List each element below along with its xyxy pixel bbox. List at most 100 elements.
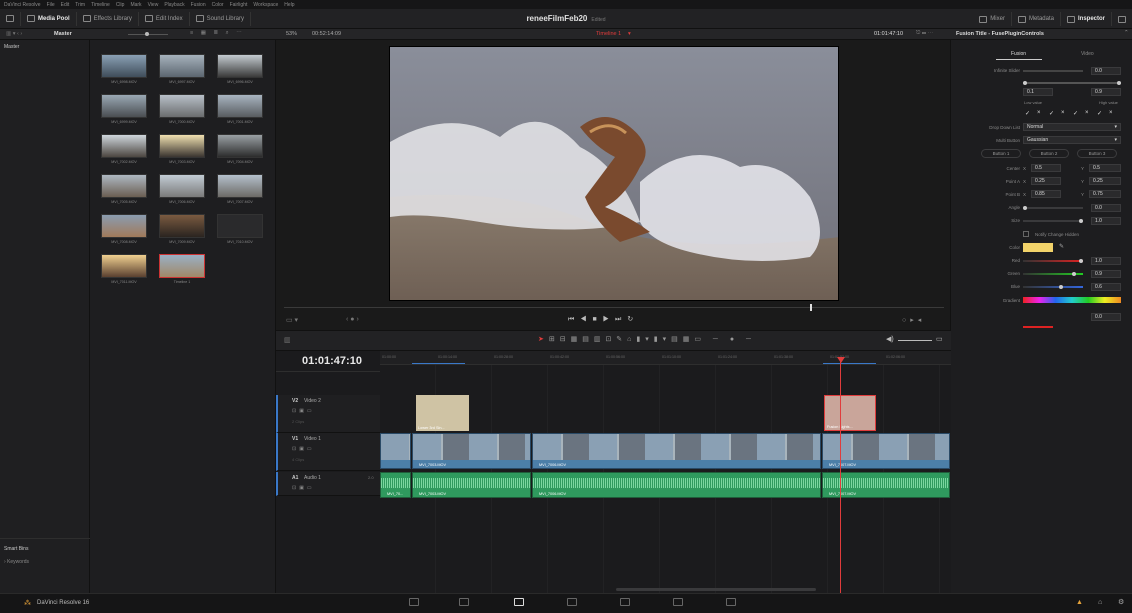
inspector-collapse-icon[interactable]: ⌃ — [1124, 30, 1129, 36]
bin-list-toggle-icon[interactable]: ▥ ▾ ‹ › — [6, 31, 22, 37]
selection-tool-icon[interactable]: ➤ — [538, 336, 549, 343]
warning-icon[interactable]: ▲ — [1076, 599, 1083, 606]
blue-slider-knob[interactable] — [1059, 285, 1063, 289]
media-pool-button[interactable]: Media Pool — [21, 11, 77, 26]
media-clip-thumbnail[interactable] — [159, 214, 205, 238]
transport-controls[interactable]: ⏮◀■▶⏭↻ — [568, 315, 639, 324]
track-v2-controls-icons[interactable]: ⊡▣▭ — [292, 408, 315, 414]
red-field[interactable]: 1.0 — [1091, 257, 1121, 265]
eyedropper-icon[interactable]: ✎ — [1059, 243, 1064, 250]
size-field[interactable]: 1.0 — [1091, 217, 1121, 225]
menu-item-view[interactable]: View — [148, 2, 159, 8]
size-slider-knob[interactable] — [1079, 219, 1083, 223]
media-clip-thumbnail[interactable] — [101, 134, 147, 158]
multi-button-select[interactable]: Gaussian ▾ — [1023, 136, 1121, 144]
menu-item-file[interactable]: File — [47, 2, 55, 8]
angle-slider[interactable] — [1023, 207, 1083, 209]
drop-down-select[interactable]: Normal ▾ — [1023, 123, 1121, 131]
sound-library-button[interactable]: Sound Library — [190, 11, 251, 26]
media-clip-thumbnail[interactable] — [159, 54, 205, 78]
video-clip[interactable]: MVI_7006.MOV — [532, 433, 821, 469]
mixer-button[interactable]: Mixer — [973, 12, 1012, 26]
menu-item-trim[interactable]: Trim — [75, 2, 85, 8]
checkbox-icon[interactable]: ✓ — [1049, 110, 1054, 117]
viewer-frame[interactable] — [389, 46, 839, 301]
fairlight-page-icon[interactable] — [673, 598, 683, 606]
track-v1-controls-icons[interactable]: ⊡▣▭ — [292, 446, 315, 452]
menu-item-help[interactable]: Help — [284, 2, 294, 8]
playhead-handle[interactable] — [837, 357, 845, 363]
angle-field[interactable]: 0.0 — [1091, 204, 1121, 212]
track-a1-controls-icons[interactable]: ⊡▣▭ — [292, 485, 315, 491]
media-clip-thumbnail[interactable] — [217, 54, 263, 78]
button-3[interactable]: Button 3 — [1077, 149, 1117, 158]
fusion-page-icon[interactable] — [567, 598, 577, 606]
media-page-icon[interactable] — [409, 598, 419, 606]
fullscreen-icon[interactable]: ▭ — [936, 335, 943, 343]
media-clip-thumbnail[interactable] — [217, 94, 263, 118]
infinite-slider[interactable] — [1023, 70, 1083, 72]
notify-checkbox[interactable] — [1023, 231, 1029, 237]
media-clip-thumbnail[interactable] — [217, 134, 263, 158]
timeline-ruler[interactable]: 01:00:00 01:00:14:00 01:00:28:00 01:00:42:0… — [380, 351, 951, 365]
media-clip-thumbnail[interactable] — [101, 94, 147, 118]
button-2[interactable]: Button 2 — [1029, 149, 1069, 158]
viewer-zoom[interactable]: 53% — [286, 31, 297, 37]
audio-clip[interactable]: MVI_7006.MOV — [532, 472, 821, 498]
menu-item-davinci-resolve[interactable]: DaVinci Resolve — [4, 2, 41, 8]
edit-tools[interactable]: ➤⊞⊟▦▤▥⊡✎⌂▮▾▮▾▤▦▭ ─ ● ─ — [538, 335, 756, 343]
menu-item-clip[interactable]: Clip — [116, 2, 125, 8]
home-icon[interactable]: ⌂ — [1098, 599, 1102, 606]
blue-slider[interactable] — [1023, 286, 1083, 288]
color-page-icon[interactable] — [620, 598, 630, 606]
infinite-slider-value[interactable]: 0.0 — [1091, 67, 1121, 75]
point-b-y-field[interactable]: 0.75 — [1089, 190, 1121, 198]
menu-item-timeline[interactable]: Timeline — [91, 2, 110, 8]
menu-item-edit[interactable]: Edit — [61, 2, 70, 8]
size-slider[interactable] — [1023, 220, 1083, 222]
menu-item-playback[interactable]: Playback — [164, 2, 184, 8]
thumb-size-knob[interactable] — [145, 32, 149, 36]
audio-clip[interactable]: MVI_7007.MOV — [822, 472, 950, 498]
media-clip-thumbnail[interactable] — [159, 254, 205, 278]
tab-video[interactable]: Video — [1081, 51, 1094, 57]
title-clip[interactable]: Fusion Lights... — [824, 395, 876, 431]
viewer-menu-icon[interactable]: ▭ ▾ — [286, 316, 298, 324]
timeline-view-icon[interactable]: ▥ — [284, 336, 291, 344]
media-clip-thumbnail[interactable] — [159, 174, 205, 198]
checkbox-icon[interactable]: × — [1109, 110, 1113, 116]
video-clip[interactable] — [380, 433, 411, 469]
keywords-bin[interactable]: › Keywords — [4, 559, 29, 565]
effects-library-button[interactable]: Effects Library — [77, 11, 139, 26]
range-high-knob[interactable] — [1117, 81, 1121, 85]
layout-toggle-button[interactable] — [0, 11, 21, 26]
menu-item-fusion[interactable]: Fusion — [191, 2, 206, 8]
edit-index-button[interactable]: Edit Index — [139, 11, 190, 26]
in-out-controls[interactable]: ○▸◂ — [902, 316, 925, 324]
checkbox-icon[interactable]: × — [1037, 110, 1041, 116]
gradient-field[interactable]: 0.0 — [1091, 313, 1121, 321]
menu-item-mark[interactable]: Mark — [130, 2, 141, 8]
media-clip-thumbnail[interactable] — [101, 174, 147, 198]
green-field[interactable]: 0.9 — [1091, 270, 1121, 278]
settings-button[interactable] — [1112, 12, 1132, 26]
button-1[interactable]: Button 1 — [981, 149, 1021, 158]
range-slider[interactable] — [1023, 82, 1121, 84]
checkbox-icon[interactable]: ✓ — [1025, 110, 1030, 117]
point-b-x-field[interactable]: 0.85 — [1031, 190, 1061, 198]
red-slider[interactable] — [1023, 260, 1083, 262]
center-y-field[interactable]: 0.5 — [1089, 164, 1121, 172]
point-a-x-field[interactable]: 0.25 — [1031, 177, 1061, 185]
media-clip-thumbnail[interactable] — [101, 254, 147, 278]
jog-control-icon[interactable]: ‹ ● › — [346, 316, 359, 323]
media-clip-thumbnail[interactable] — [101, 214, 147, 238]
media-clip-thumbnail[interactable] — [159, 134, 205, 158]
audio-clip[interactable]: MVI_7003.MOV — [412, 472, 531, 498]
gradient-bar[interactable] — [1023, 297, 1121, 303]
range-low-knob[interactable] — [1023, 81, 1027, 85]
checkbox-icon[interactable]: ✓ — [1073, 110, 1078, 117]
media-clip-thumbnail[interactable] — [159, 94, 205, 118]
video-clip[interactable]: MVI_7007.MOV — [822, 433, 950, 469]
media-clip-thumbnail[interactable] — [217, 214, 263, 238]
low-value-field[interactable]: 0.1 — [1023, 88, 1053, 96]
